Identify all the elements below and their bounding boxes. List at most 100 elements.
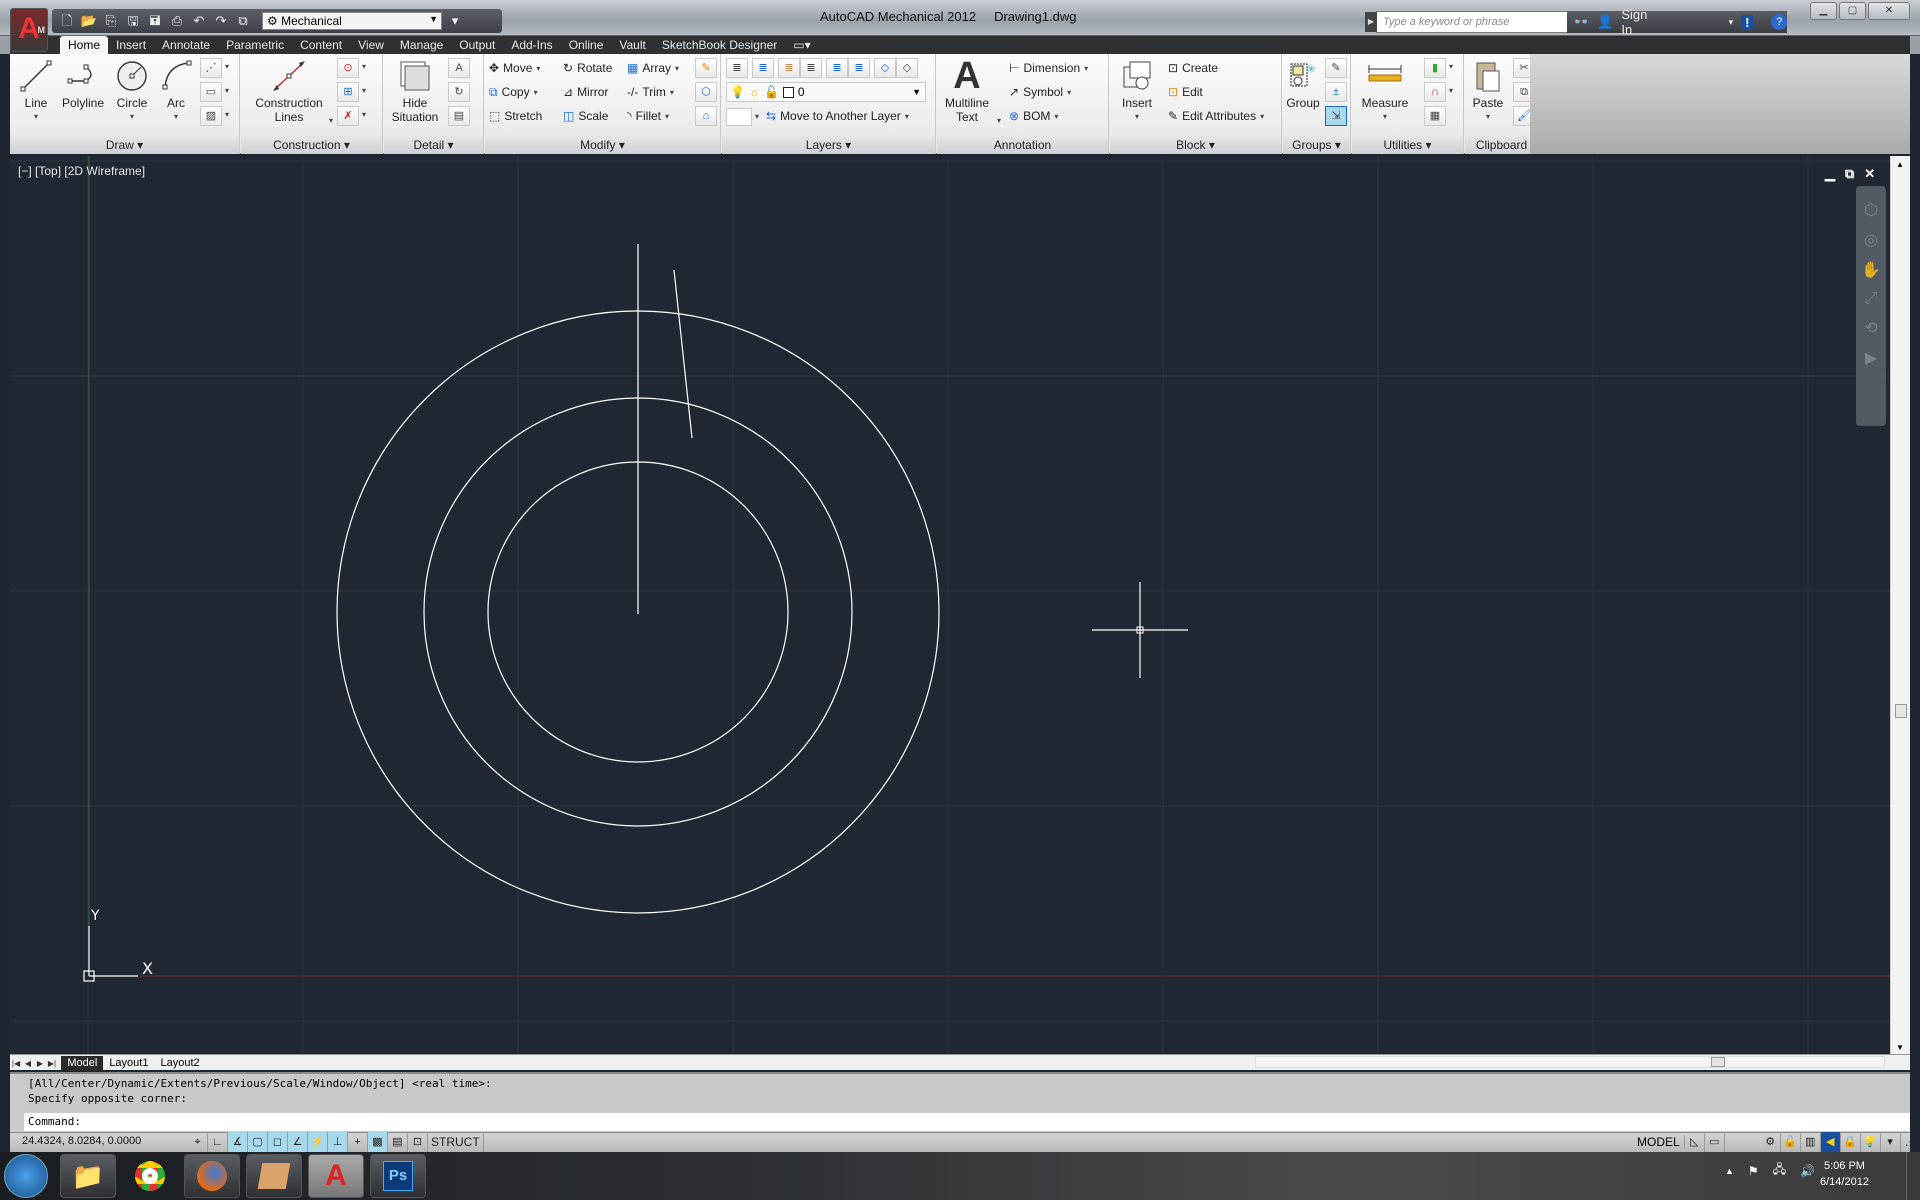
chevron-down-icon[interactable]: ▾ [1449, 86, 1453, 95]
dimension-button[interactable]: ⊢ Dimension ▾ [1009, 58, 1088, 78]
paste-button[interactable]: Paste ▾ [1467, 58, 1509, 124]
horizontal-scrollbar[interactable] [1255, 1056, 1885, 1068]
polyline-button[interactable]: Polyline [58, 58, 108, 110]
object-snap-icon[interactable]: ∩ [1424, 82, 1446, 102]
scale-area-icon[interactable]: A [448, 58, 470, 78]
layer-off-icon[interactable]: ◇ [896, 58, 918, 78]
draw-panel-label[interactable]: Draw ▾ [10, 136, 239, 154]
tab-annotate[interactable]: Annotate [154, 36, 218, 54]
chevron-down-icon[interactable]: ▾ [362, 110, 366, 119]
hatch-icon[interactable]: ▨ [200, 106, 222, 126]
scroll-down-icon[interactable]: ▼ [1896, 1043, 1904, 1052]
multiline-text-button[interactable]: A Multiline Text [939, 57, 995, 124]
volume-icon[interactable]: 🔊 [1800, 1164, 1815, 1178]
3d-object-snap-toggle[interactable]: ⚡ [308, 1132, 328, 1152]
redo-icon[interactable]: ↷ [212, 12, 230, 30]
vertical-scrollbar[interactable]: ▲ ▼ [1890, 156, 1910, 1054]
viewcube-icon[interactable]: ⬡ [1864, 200, 1878, 220]
tab-layout1[interactable]: Layout1 [103, 1056, 154, 1071]
save-to-vault-icon[interactable]: ⎘ [102, 12, 120, 30]
workspace-gear-icon[interactable]: ⚙ [1761, 1132, 1781, 1152]
tab-sketchbook-designer[interactable]: SketchBook Designer [654, 36, 785, 54]
detail-view-icon[interactable]: ▤ [448, 106, 470, 126]
mirror-button[interactable]: ⊿ Mirror [563, 82, 608, 102]
taskbar-firefox[interactable] [184, 1154, 240, 1198]
layer-up-icon[interactable]: ≣ [848, 58, 870, 78]
quick-view-layouts-icon[interactable]: ◺ [1685, 1132, 1705, 1152]
contour-icon[interactable]: ⌂ [695, 106, 717, 126]
tab-insert[interactable]: Insert [108, 36, 154, 54]
group-add-remove-icon[interactable]: ± [1325, 82, 1347, 102]
action-center-flag-icon[interactable]: ⚑ [1748, 1164, 1759, 1178]
viewport-close-icon[interactable]: ✕ [1864, 166, 1875, 182]
tab-view[interactable]: View [350, 36, 392, 54]
stretch-button[interactable]: ⬚ Stretch [489, 106, 542, 126]
taskbar-autocad[interactable]: A [308, 1154, 364, 1198]
model-space-button[interactable]: MODEL [1633, 1135, 1685, 1149]
dynamic-ucs-toggle[interactable]: + [348, 1132, 368, 1152]
show-desktop-button[interactable] [1906, 1152, 1920, 1200]
measure-button[interactable]: Measure ▾ [1354, 58, 1416, 124]
power-edit-icon[interactable]: ✎ [695, 58, 717, 78]
transparency-toggle[interactable]: ▩ [368, 1132, 388, 1152]
chevron-down-icon[interactable]: ▾ [755, 112, 759, 121]
tab-content[interactable]: Content [292, 36, 350, 54]
copy-button[interactable]: ⧉ Copy ▾ [489, 82, 538, 102]
snap-mode-toggle[interactable]: ∟ [208, 1132, 228, 1152]
layer-previous-icon[interactable]: ≣ [800, 58, 822, 78]
lock-viewport-icon[interactable]: 🔒 [1841, 1132, 1861, 1152]
tab-online[interactable]: Online [561, 36, 612, 54]
windows-start-button[interactable] [4, 1154, 48, 1198]
move-button[interactable]: ✥ Move ▾ [489, 58, 540, 78]
layer-properties-icon[interactable]: ≣ [726, 58, 748, 78]
block-panel-label[interactable]: Block ▾ [1110, 136, 1281, 154]
layer-state-icon[interactable]: ≣ [752, 58, 774, 78]
undo-icon[interactable]: ↶ [190, 12, 208, 30]
object-snap-toggle[interactable]: ∠ [288, 1132, 308, 1152]
symbol-button[interactable]: ↗ Symbol ▾ [1009, 82, 1071, 102]
first-layout-icon[interactable]: |◀ [10, 1056, 22, 1072]
tab-add-ins[interactable]: Add-Ins [503, 36, 560, 54]
selection-cycling-toggle[interactable]: ⊡ [408, 1132, 428, 1152]
workspace-dropdown[interactable]: ⚙ Mechanical ▼ [262, 12, 442, 30]
polar-tracking-toggle[interactable]: ◻ [268, 1132, 288, 1152]
lightbulb-icon[interactable]: 💡 [1861, 1132, 1881, 1152]
horizontal-scroll-thumb[interactable] [1711, 1057, 1725, 1067]
group-selection-icon[interactable]: ⇲ [1325, 106, 1347, 126]
trim-button[interactable]: -/- Trim ▾ [627, 82, 674, 102]
workspace-switch-icon[interactable]: ⧉ [234, 12, 252, 30]
ribbon-display-toggle[interactable]: ▭▾ [785, 36, 818, 54]
steering-wheel-icon[interactable]: ◎ [1864, 230, 1878, 250]
infer-constraints-toggle[interactable]: ⌖ [188, 1132, 208, 1152]
isolate-objects-icon[interactable]: ◀ [1820, 1132, 1841, 1152]
construction-lines-button[interactable]: Construction Lines [249, 58, 329, 124]
taskbar-photoshop[interactable]: Ps [370, 1154, 426, 1198]
group-edit-icon[interactable]: ✎ [1325, 58, 1347, 78]
layers-panel-label[interactable]: Layers ▾ [722, 136, 935, 154]
rectangle-icon[interactable]: ▭ [200, 82, 222, 102]
viewport-controls-label[interactable]: [−] [Top] [2D Wireframe] [18, 164, 145, 178]
array-button[interactable]: ▦ Array ▾ [627, 58, 679, 78]
rotate-button[interactable]: ↻ Rotate [563, 58, 612, 78]
toolbar-lock-icon[interactable]: 🔓 [1781, 1132, 1801, 1152]
construction-line-icon[interactable]: ⋰ [200, 58, 222, 78]
chevron-down-icon[interactable]: ▾ [1729, 17, 1734, 28]
save-icon[interactable]: 🖫 [124, 12, 142, 30]
edit-attributes-button[interactable]: ✎ Edit Attributes ▾ [1168, 106, 1264, 126]
zoom-extents-icon[interactable]: ⤢ [1865, 290, 1878, 308]
save-as-icon[interactable]: 🖬 [146, 12, 164, 30]
color-swatch-button[interactable] [726, 108, 752, 126]
previous-layout-icon[interactable]: ◀ [22, 1056, 34, 1072]
expand-arrow-icon[interactable]: ▶ [1365, 12, 1377, 32]
tab-output[interactable]: Output [451, 36, 503, 54]
taskbar-chrome[interactable] [122, 1154, 178, 1198]
quick-select-icon[interactable]: ▮ [1424, 58, 1446, 78]
close-button[interactable]: ✕ [1868, 2, 1910, 20]
scroll-up-icon[interactable]: ▲ [1896, 160, 1904, 169]
hide-situation-button[interactable]: Hide Situation [386, 58, 444, 124]
arc-button[interactable]: Arc ▾ [156, 58, 196, 124]
struct-toggle[interactable]: STRUCT [428, 1132, 484, 1152]
chevron-down-icon[interactable]: ▾ [997, 116, 1001, 125]
customize-qat-icon[interactable]: ▾ [446, 12, 464, 30]
detail-update-icon[interactable]: ↻ [448, 82, 470, 102]
